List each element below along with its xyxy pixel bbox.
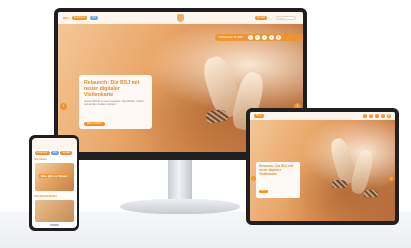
hero-social-bar: Willkommen bei BSJ f in t y @ <box>215 34 303 41</box>
tablet-screen: Menü f in t y @ Relaunch: Die BSJ mit ne… <box>250 112 395 221</box>
linkedin-icon[interactable]: in <box>254 35 260 40</box>
tablet-navbar: Menü f in t y @ <box>250 112 395 120</box>
phone-screen: Entdecken Info Kontakt BSJ News Was gibt… <box>31 138 77 228</box>
runner-leg-shape-2 <box>348 148 376 196</box>
linkedin-icon[interactable]: in <box>369 114 373 118</box>
youtube-icon[interactable]: y <box>381 114 385 118</box>
phone-home-indicator <box>49 224 59 226</box>
phone-thumb-caption: Was gibt es Neues <box>38 173 70 178</box>
carousel-prev-icon[interactable]: ‹ <box>251 176 256 181</box>
tablet-menu-pill[interactable]: Menü <box>254 114 264 118</box>
tablet-cta-button[interactable]: Mehr <box>259 190 268 194</box>
tablet-device: Menü f in t y @ Relaunch: Die BSJ mit ne… <box>246 108 399 225</box>
hero-bar-title: Willkommen bei BSJ <box>219 36 243 39</box>
twitter-icon[interactable]: t <box>375 114 379 118</box>
phone-news-thumbnail[interactable]: Was gibt es Neues <box>34 163 74 191</box>
carousel-prev-icon[interactable]: ‹ <box>60 103 67 110</box>
mail-icon[interactable]: @ <box>275 35 281 40</box>
nav-pill-discover[interactable]: Entdecken <box>71 16 88 20</box>
site-logo[interactable]: BSJ <box>63 16 69 20</box>
sneaker-shape-2 <box>364 190 378 197</box>
sneaker-shape <box>205 108 229 124</box>
hero-body: Unsere Website in neuem Gewand – übersic… <box>84 101 144 106</box>
nav-contact-button[interactable]: Kontakt <box>255 16 268 20</box>
youtube-icon[interactable]: y <box>268 35 274 40</box>
phone-section-label: BSJ News <box>34 158 48 161</box>
twitter-icon[interactable]: t <box>261 35 267 40</box>
tablet-hero: Relaunch: Die BSJ mit neuer digitaler Vi… <box>250 120 395 221</box>
phone-pill-info[interactable]: Info <box>50 151 59 155</box>
search-input[interactable]: Suche <box>276 16 296 20</box>
hero-title: Relaunch: Die BSJ mit neuer digitaler Vi… <box>84 80 140 98</box>
mail-icon[interactable]: @ <box>387 114 391 118</box>
phone-news-thumbnail-2[interactable] <box>34 200 74 222</box>
hero-card: Relaunch: Die BSJ mit neuer digitaler Vi… <box>79 75 152 129</box>
phone-header <box>31 138 77 149</box>
phone-nav-pills: Entdecken Info Kontakt <box>34 151 72 155</box>
phone-pill-discover[interactable]: Entdecken <box>34 151 50 155</box>
phone-section-label-2: BSJ BEI DEN BSJ <box>34 195 57 198</box>
tablet-hero-card: Relaunch: Die BSJ mit neuer digitaler Vi… <box>256 162 300 198</box>
site-emblem-icon <box>177 14 184 22</box>
hero-cta-button[interactable]: Mehr erfahren <box>84 122 106 126</box>
monitor-stand-base <box>120 199 240 214</box>
sneaker-shape <box>332 180 347 188</box>
tablet-hero-title: Relaunch: Die BSJ mit neuer digitaler Vi… <box>259 164 294 176</box>
facebook-icon[interactable]: f <box>363 114 367 118</box>
facebook-icon[interactable]: f <box>247 35 253 40</box>
carousel-next-icon[interactable]: › <box>389 176 394 181</box>
nav-pill-info[interactable]: Info <box>90 16 99 20</box>
phone-device: Entdecken Info Kontakt BSJ News Was gibt… <box>29 135 79 231</box>
monitor-stand-neck <box>168 160 192 202</box>
phone-pill-contact[interactable]: Kontakt <box>59 151 72 155</box>
